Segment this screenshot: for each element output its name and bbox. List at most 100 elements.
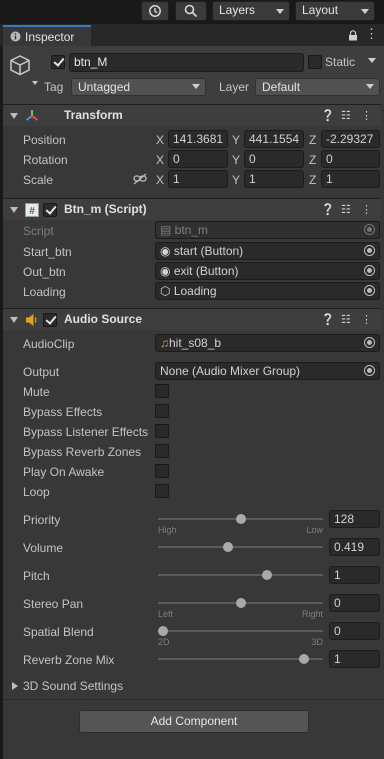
spatial-blend-slider-track[interactable] (158, 630, 323, 632)
object-active-checkbox[interactable] (51, 55, 65, 69)
volume-slider-track[interactable] (158, 546, 323, 548)
position-z-field[interactable]: -2.29327 (321, 130, 380, 148)
volume-slider-handle[interactable] (222, 542, 233, 552)
reverb-zone-mix-value: 1 (334, 652, 341, 666)
rotation-y-field[interactable]: 0 (244, 150, 304, 168)
scale-y-field[interactable]: 1 (244, 170, 304, 188)
priority-value: 128 (334, 512, 355, 526)
svg-text:#: # (29, 206, 35, 217)
output-field[interactable]: None (Audio Mixer Group) (155, 362, 380, 380)
audioclip-field[interactable]: ♫hit_s08_b (155, 334, 380, 352)
more-options-icon[interactable]: ⋮ (361, 313, 372, 327)
play-on-awake-checkbox[interactable] (155, 464, 169, 478)
priority-slider-handle[interactable] (235, 514, 246, 524)
help-icon[interactable]: ❔ (321, 203, 335, 217)
transform-header[interactable]: Transform ❔ ☷ ⋮ (3, 104, 381, 126)
bypass-listener-effects-checkbox[interactable] (155, 424, 169, 438)
static-checkbox[interactable] (308, 55, 322, 69)
more-options-icon[interactable]: ⋮ (361, 109, 372, 123)
component-header-icons: ❔ ☷ ⋮ (321, 203, 373, 217)
audioclip-value: hit_s08_b (169, 336, 222, 350)
bypass-reverb-zones-checkbox[interactable] (155, 444, 169, 458)
rotation-x-field[interactable]: 0 (168, 150, 228, 168)
rotation-label: Rotation (23, 153, 68, 167)
rotation-y-value: 0 (249, 152, 256, 166)
expand-arrow-icon[interactable] (10, 113, 18, 119)
priority-max-label: Low (306, 525, 323, 535)
search-icon (184, 4, 198, 18)
object-picker-icon[interactable] (364, 245, 375, 256)
expand-arrow-icon[interactable] (10, 207, 18, 213)
scale-z-field[interactable]: 1 (321, 170, 380, 188)
object-picker-icon[interactable] (364, 365, 375, 376)
loop-checkbox[interactable] (155, 484, 169, 498)
bypass-effects-checkbox[interactable] (155, 404, 169, 418)
layer-value: Default (262, 80, 301, 94)
history-button[interactable] (141, 1, 169, 21)
more-options-icon[interactable]: ⋮ (365, 26, 378, 42)
sound-3d-settings-foldout[interactable]: 3D Sound Settings (3, 676, 381, 696)
chevron-down-icon (192, 84, 200, 89)
rotation-z-field[interactable]: 0 (321, 150, 380, 168)
pitch-value: 1 (334, 568, 341, 582)
help-icon[interactable]: ❔ (321, 313, 335, 327)
position-y-field[interactable]: 441.1554 (244, 130, 304, 148)
pitch-slider-track[interactable] (158, 574, 323, 576)
search-button[interactable] (175, 1, 207, 21)
scale-x-field[interactable]: 1 (168, 170, 228, 188)
output-label: Output (23, 365, 60, 379)
scale-label: Scale (23, 173, 54, 187)
expand-arrow-icon[interactable] (10, 317, 18, 323)
start-btn-field[interactable]: ◉ start (Button) (155, 242, 380, 260)
constrain-proportions-icon[interactable] (133, 173, 147, 185)
gameobject-small-icon: ⬡ (160, 284, 174, 298)
layout-dropdown[interactable]: Layout (295, 1, 375, 21)
script-enabled-checkbox[interactable] (43, 203, 57, 217)
pitch-value-field[interactable]: 1 (329, 566, 380, 584)
volume-value: 0.419 (334, 540, 365, 554)
static-dropdown-arrow[interactable] (364, 53, 379, 71)
mute-checkbox[interactable] (155, 384, 169, 398)
presets-icon[interactable]: ☷ (341, 109, 351, 123)
out-btn-field[interactable]: ◉ exit (Button) (155, 262, 380, 280)
object-picker-icon[interactable] (364, 337, 375, 348)
layer-dropdown[interactable]: Default (255, 78, 380, 96)
audio-source-header[interactable]: Audio Source ❔ ☷ ⋮ (3, 308, 381, 330)
object-picker-icon[interactable] (364, 265, 375, 276)
more-options-icon[interactable]: ⋮ (361, 203, 372, 217)
pitch-slider-handle[interactable] (261, 570, 272, 580)
loading-field[interactable]: ⬡ Loading (155, 282, 380, 300)
layers-label: Layers (219, 3, 256, 17)
priority-value-field[interactable]: 128 (329, 510, 380, 528)
audio-title: Audio Source (64, 312, 143, 326)
script-component-header[interactable]: # Btn_m (Script) ❔ ☷ ⋮ (3, 198, 381, 220)
stereo-pan-slider-handle[interactable] (235, 598, 246, 608)
audio-enabled-checkbox[interactable] (43, 313, 57, 327)
stereo-pan-value: 0 (334, 596, 341, 610)
tab-inspector[interactable]: Inspector (3, 25, 91, 46)
presets-icon[interactable]: ☷ (341, 313, 351, 327)
add-component-button[interactable]: Add Component (79, 710, 309, 733)
rotation-z-value: 0 (326, 152, 333, 166)
pitch-label: Pitch (23, 569, 50, 583)
lock-icon[interactable] (348, 30, 358, 41)
chevron-down-icon (276, 9, 284, 14)
spatial-blend-slider-handle[interactable] (158, 626, 168, 636)
reverb-zone-mix-slider-handle[interactable] (298, 654, 309, 664)
tag-dropdown[interactable]: Untagged (71, 78, 206, 96)
stereo-pan-value-field[interactable]: 0 (329, 594, 380, 612)
component-header-icons: ❔ ☷ ⋮ (321, 109, 373, 123)
object-picker-icon[interactable] (364, 285, 375, 296)
spatial-blend-value-field[interactable]: 0 (329, 622, 380, 640)
layers-dropdown[interactable]: Layers (212, 1, 290, 21)
gameobject-icon[interactable] (9, 54, 39, 86)
reverb-zone-mix-value-field[interactable]: 1 (329, 650, 380, 668)
object-name-field[interactable]: btn_M (69, 53, 304, 72)
position-x-field[interactable]: 141.3681 (168, 130, 228, 148)
presets-icon[interactable]: ☷ (341, 203, 351, 217)
position-y-axis: Y (232, 133, 241, 147)
sound-3d-settings-label: 3D Sound Settings (23, 679, 124, 693)
volume-value-field[interactable]: 0.419 (329, 538, 380, 556)
help-icon[interactable]: ❔ (321, 109, 335, 123)
scale-z-axis: Z (309, 173, 317, 187)
